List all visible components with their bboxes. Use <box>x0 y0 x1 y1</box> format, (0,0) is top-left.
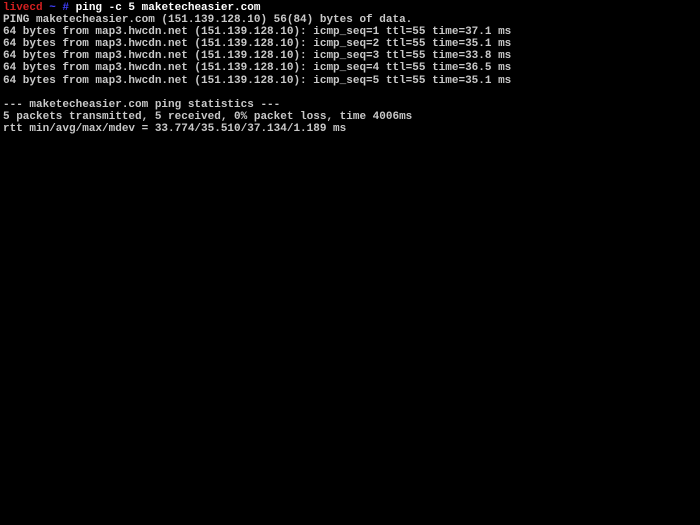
ping-reply: 64 bytes from map3.hwcdn.net (151.139.12… <box>3 62 697 74</box>
stats-summary: 5 packets transmitted, 5 received, 0% pa… <box>3 111 697 123</box>
ping-reply: 64 bytes from map3.hwcdn.net (151.139.12… <box>3 50 697 62</box>
stats-header: --- maketecheasier.com ping statistics -… <box>3 99 697 111</box>
prompt-tilde: ~ <box>43 2 63 14</box>
stats-rtt: rtt min/avg/max/mdev = 33.774/35.510/37.… <box>3 123 697 135</box>
prompt-hash: # <box>62 2 75 14</box>
prompt-line[interactable]: livecd ~ # ping -c 5 maketecheasier.com <box>3 2 697 14</box>
ping-reply: 64 bytes from map3.hwcdn.net (151.139.12… <box>3 26 697 38</box>
ping-reply: 64 bytes from map3.hwcdn.net (151.139.12… <box>3 38 697 50</box>
ping-reply: 64 bytes from map3.hwcdn.net (151.139.12… <box>3 75 697 87</box>
command-text: ping -c 5 maketecheasier.com <box>76 2 261 14</box>
ping-header: PING maketecheasier.com (151.139.128.10)… <box>3 14 697 26</box>
blank-line <box>3 87 697 99</box>
prompt-host: livecd <box>3 2 43 14</box>
